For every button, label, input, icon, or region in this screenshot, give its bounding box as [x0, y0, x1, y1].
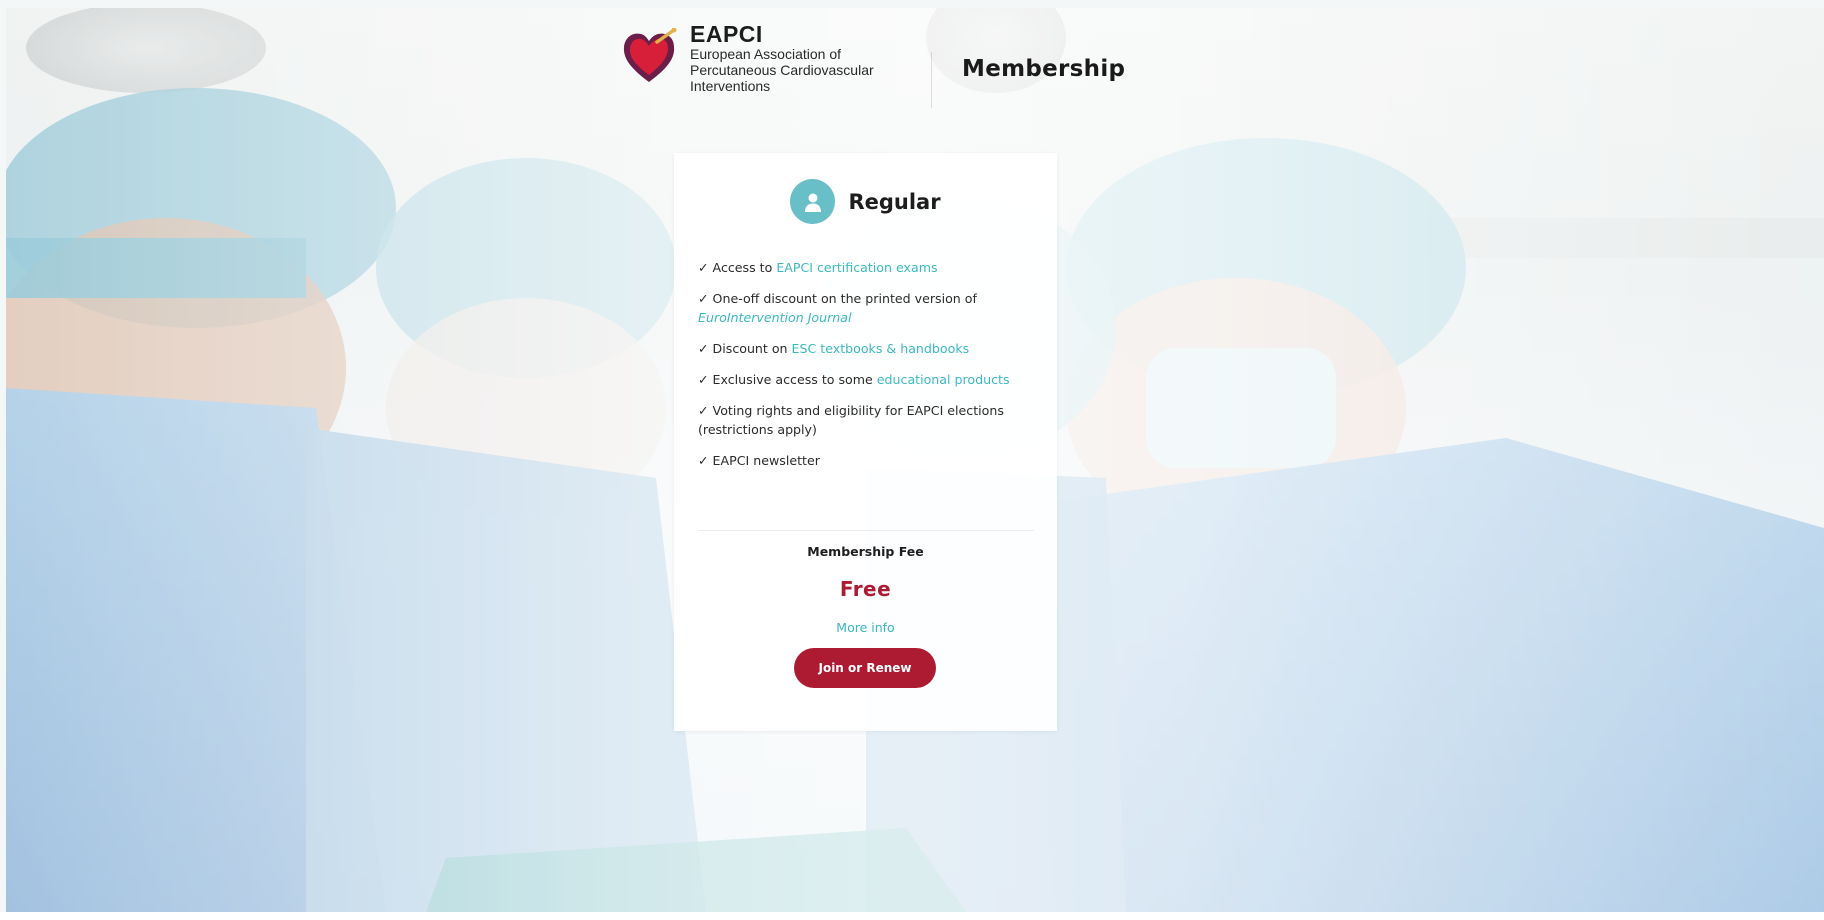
eapci-brand[interactable]: EAPCI European Association of Percutaneo…	[620, 22, 920, 112]
feature-text: ✓ One-off discount on the printed versio…	[698, 291, 977, 306]
feature-item: ✓ Voting rights and eligibility for EAPC…	[698, 401, 1038, 439]
join-or-renew-button[interactable]: Join or Renew	[794, 648, 936, 688]
page: EAPCI European Association of Percutaneo…	[0, 0, 1824, 920]
brand-text: EAPCI European Association of Percutaneo…	[690, 22, 920, 94]
user-icon	[790, 179, 836, 224]
page-title: Membership	[962, 56, 1126, 82]
feature-text: ✓ Discount on	[698, 341, 792, 356]
feature-text: ✓ Access to	[698, 260, 777, 275]
heart-logo-icon	[623, 28, 677, 82]
membership-fee-value: Free	[839, 577, 892, 601]
feature-item: ✓ Exclusive access to some educational p…	[698, 370, 1038, 389]
feature-item: ✓ EAPCI newsletter	[698, 451, 1038, 470]
educational-products-link[interactable]: educational products	[877, 372, 1010, 387]
feature-item: ✓ Discount on ESC textbooks & handbooks	[698, 339, 1038, 358]
header-divider	[931, 52, 932, 108]
esc-textbooks-link[interactable]: ESC textbooks & handbooks	[792, 341, 970, 356]
user-silhouette-icon	[804, 193, 821, 212]
card-title: Regular	[848, 189, 941, 214]
feature-item: ✓ One-off discount on the printed versio…	[698, 289, 1038, 327]
card-header: Regular	[674, 179, 1057, 224]
feature-item: ✓ Access to EAPCI certification exams	[698, 258, 1038, 277]
page-bottom-edge	[0, 912, 1824, 920]
certification-exams-link[interactable]: EAPCI certification exams	[776, 260, 937, 275]
membership-card: Regular ✓ Access to EAPCI certification …	[674, 153, 1057, 731]
feature-text: ✓ EAPCI newsletter	[698, 453, 820, 468]
membership-fee-label: Membership Fee	[807, 544, 924, 559]
feature-text: ✓ Exclusive access to some	[698, 372, 877, 387]
more-info-link[interactable]: More info	[674, 620, 1057, 635]
brand-name: EAPCI	[690, 21, 763, 47]
feature-text: ✓ Voting rights and eligibility for EAPC…	[698, 403, 1004, 437]
card-divider	[698, 530, 1034, 531]
brand-subtitle: European Association of Percutaneous Car…	[690, 46, 874, 94]
feature-list: ✓ Access to EAPCI certification exams ✓ …	[698, 258, 1038, 482]
eurointervention-journal-link[interactable]: EuroIntervention Journal	[698, 310, 851, 325]
